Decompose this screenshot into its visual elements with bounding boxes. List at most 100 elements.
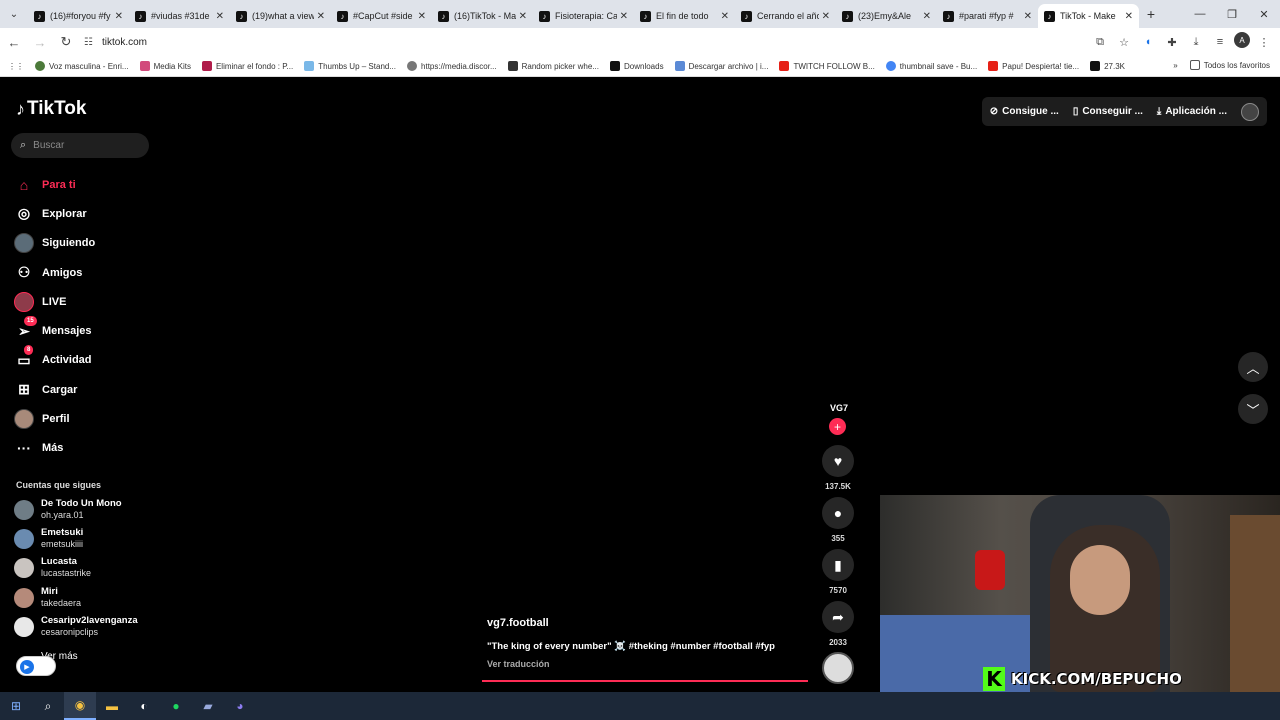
browser-tab[interactable]: ♪ #parati #fyp # ✕: [937, 4, 1038, 28]
bookmark[interactable]: Downloads: [609, 61, 664, 71]
close-tab-icon[interactable]: ✕: [216, 11, 224, 22]
followed-account[interactable]: De Todo Un Mono oh.yara.01: [14, 498, 122, 521]
download-app-button[interactable]: ⤓ Aplicación ...: [1157, 106, 1227, 117]
site-info-icon[interactable]: ☷: [84, 37, 102, 48]
discord-icon[interactable]: ◕: [224, 692, 256, 720]
follow-plus-icon[interactable]: +: [829, 418, 846, 435]
restore-icon[interactable]: ❐: [1216, 0, 1248, 28]
browser-tab[interactable]: ♪ (16)#foryou #fy ✕: [28, 4, 129, 28]
bookmark-star-icon[interactable]: ☆: [1114, 32, 1134, 52]
see-translation-link[interactable]: Ver traducción: [487, 659, 550, 669]
close-tab-icon[interactable]: ✕: [923, 11, 931, 22]
bookmark[interactable]: Media Kits: [139, 61, 191, 71]
browser-tab[interactable]: ♪ (19)what a view ✕: [230, 4, 331, 28]
close-tab-icon[interactable]: ✕: [115, 11, 123, 22]
followed-account[interactable]: Lucasta lucastastrike: [14, 556, 91, 579]
more-bookmarks-icon[interactable]: »: [1173, 61, 1177, 70]
followed-account[interactable]: Emetsuki emetsukiiii: [14, 527, 83, 550]
get-app-button[interactable]: ▯ Conseguir ...: [1073, 106, 1143, 117]
sidebar-item-mensajes[interactable]: ➢ 15 Mensajes: [14, 316, 154, 345]
bookmark[interactable]: TWITCH FOLLOW B...: [779, 61, 875, 71]
search-input[interactable]: ⌕ Buscar: [11, 133, 149, 158]
back-icon[interactable]: ←: [2, 30, 26, 54]
sidebar-item-cargar[interactable]: ⊞ Cargar: [14, 375, 154, 404]
chrome-taskbar-icon[interactable]: ◉: [64, 692, 96, 720]
notes-icon[interactable]: ▰: [192, 692, 224, 720]
followed-account[interactable]: Miri takedaera: [14, 586, 81, 609]
reload-icon[interactable]: ↻: [54, 30, 78, 54]
video-username[interactable]: vg7.football: [487, 617, 549, 629]
close-window-icon[interactable]: ✕: [1248, 0, 1280, 28]
close-tab-icon[interactable]: ✕: [1125, 11, 1133, 22]
video-progress-bar[interactable]: [482, 680, 808, 682]
close-tab-icon[interactable]: ✕: [519, 11, 527, 22]
browser-tab[interactable]: ♪ Cerrando el año ✕: [735, 4, 836, 28]
bookmark[interactable]: Voz masculina - Enri...: [35, 61, 129, 71]
profile-avatar[interactable]: A: [1234, 32, 1250, 48]
comment-button[interactable]: ●: [822, 497, 854, 529]
minimize-icon[interactable]: —: [1184, 0, 1216, 28]
creator-avatar[interactable]: VG7: [830, 403, 848, 417]
browser-tab[interactable]: ♪ Fisioterapia: Ca ✕: [533, 4, 634, 28]
previous-video-button[interactable]: ︿: [1238, 352, 1268, 382]
browser-tab[interactable]: ♪ El fin de todo ✕: [634, 4, 735, 28]
new-tab-icon[interactable]: +: [1139, 6, 1163, 22]
sidebar-item-perfil[interactable]: Perfil: [14, 404, 154, 433]
browser-tab[interactable]: ♪ #CapCut #side ✕: [331, 4, 432, 28]
sidebar-item-para-ti[interactable]: ⌂ Para ti: [14, 170, 154, 199]
media-controls-icon[interactable]: ≡: [1210, 32, 1230, 52]
obs-icon[interactable]: ◐: [128, 692, 160, 720]
download-icon[interactable]: ⤓: [1186, 32, 1206, 52]
followed-account[interactable]: Cesaripv2lavenganza cesaronipclips: [14, 615, 138, 638]
url-field[interactable]: ☷ tiktok.com: [80, 30, 1120, 54]
extensions-icon[interactable]: ✚: [1162, 32, 1182, 52]
bookmark[interactable]: Random picker whe...: [507, 61, 599, 71]
bookmark[interactable]: Eliminar el fondo : P...: [201, 61, 293, 71]
share-button[interactable]: ➦: [822, 601, 854, 633]
extension-widget[interactable]: ▶: [16, 656, 56, 676]
bookmark[interactable]: Thumbs Up – Stand...: [304, 61, 396, 71]
get-coins-button[interactable]: ⊘ Consigue ...: [990, 106, 1059, 117]
install-app-icon[interactable]: ⧉: [1090, 32, 1110, 52]
bookmark[interactable]: https://media.discor...: [407, 61, 497, 71]
sidebar-item-live[interactable]: LIVE: [14, 287, 154, 316]
sidebar-item-explorar[interactable]: ◎ Explorar: [14, 199, 154, 228]
bookmark[interactable]: 27.3K: [1090, 61, 1125, 71]
browser-tab-active[interactable]: ♪ TikTok - Make ✕: [1038, 4, 1139, 28]
file-explorer-icon[interactable]: ▬: [96, 692, 128, 720]
bookmark[interactable]: thumbnail save - Bu...: [885, 61, 977, 71]
music-disc-avatar[interactable]: [822, 652, 854, 684]
bookmark[interactable]: Descargar archivo | i...: [674, 61, 768, 71]
close-tab-icon[interactable]: ✕: [620, 11, 628, 22]
tiktok-logo[interactable]: ♪ TikTok: [16, 98, 86, 120]
tab-search-icon[interactable]: ⌄: [0, 0, 28, 28]
globe-icon: [407, 61, 418, 71]
tab-title: El fin de todo: [656, 11, 709, 21]
save-button[interactable]: ▮: [822, 549, 854, 581]
apps-grid-icon[interactable]: ⋮⋮: [8, 62, 24, 71]
user-avatar[interactable]: [1241, 102, 1259, 121]
like-button[interactable]: ♥: [822, 445, 854, 477]
browser-tab[interactable]: ♪ (23)Emy&Ale ✕: [836, 4, 937, 28]
more-icon: ···: [17, 440, 31, 457]
close-tab-icon[interactable]: ✕: [1024, 11, 1032, 22]
spotify-icon[interactable]: ●: [160, 692, 192, 720]
all-bookmarks-folder[interactable]: Todos los favoritos: [1189, 60, 1270, 70]
next-video-button[interactable]: ﹀: [1238, 394, 1268, 424]
sidebar-item-mas[interactable]: ··· Más: [14, 434, 154, 463]
close-tab-icon[interactable]: ✕: [822, 11, 830, 22]
browser-tab[interactable]: ♪ #viudas #31de ✕: [129, 4, 230, 28]
forward-icon[interactable]: →: [28, 30, 52, 54]
browser-tab[interactable]: ♪ (16)TikTok - Ma ✕: [432, 4, 533, 28]
close-tab-icon[interactable]: ✕: [721, 11, 729, 22]
windows-start-icon[interactable]: ⊞: [0, 692, 32, 720]
close-tab-icon[interactable]: ✕: [418, 11, 426, 22]
close-tab-icon[interactable]: ✕: [317, 11, 325, 22]
bookmark[interactable]: Papu! Despierta! tie...: [988, 61, 1079, 71]
search-icon[interactable]: ⌕: [32, 692, 64, 720]
sidebar-item-siguiendo[interactable]: Siguiendo: [14, 229, 154, 258]
extension-audio-icon[interactable]: ◖: [1138, 32, 1158, 52]
browser-menu-icon[interactable]: ⋮: [1254, 32, 1274, 52]
sidebar-item-amigos[interactable]: ⚇ Amigos: [14, 258, 154, 287]
sidebar-item-actividad[interactable]: ▭ 8 Actividad: [14, 345, 154, 375]
